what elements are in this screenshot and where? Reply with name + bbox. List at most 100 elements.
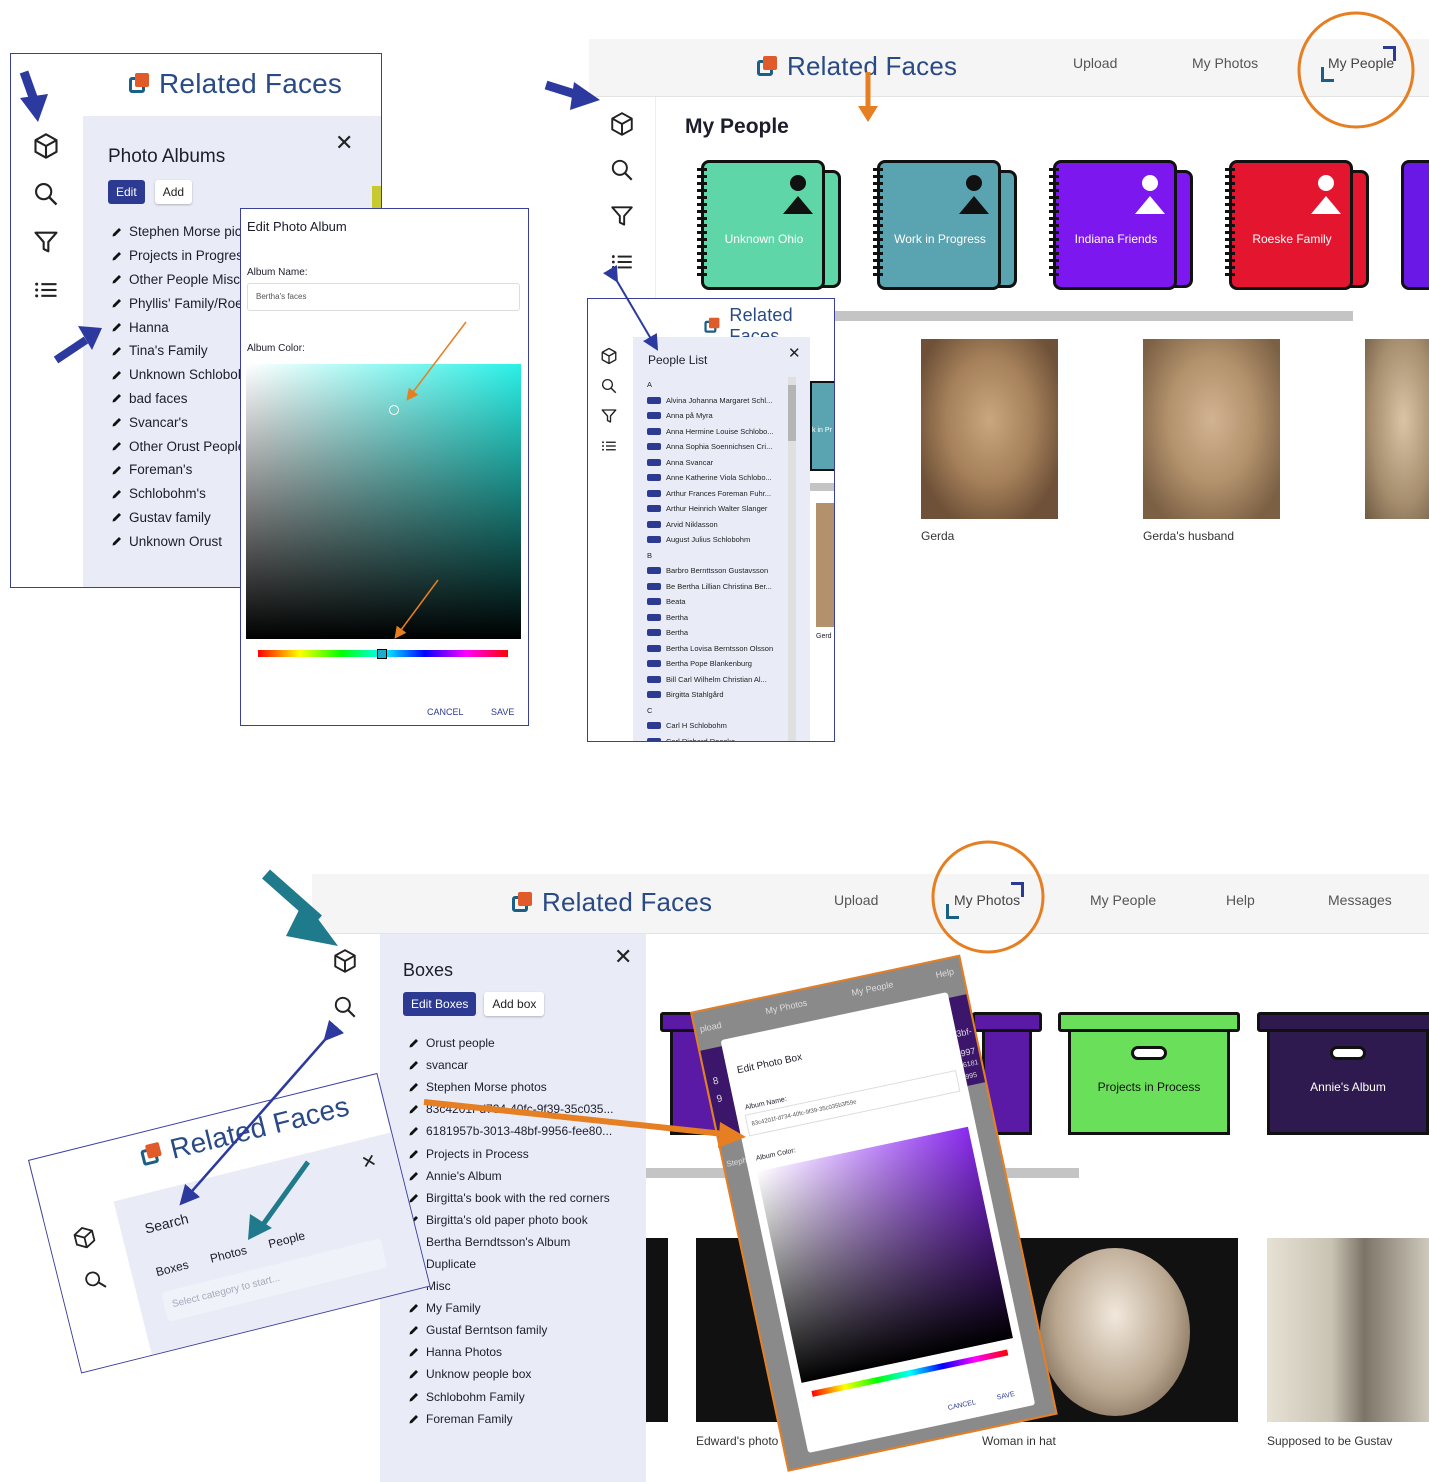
nav-upload[interactable]: Upload (1073, 55, 1117, 71)
list-item[interactable]: Projects in Process (408, 1142, 638, 1164)
filter-icon[interactable] (32, 228, 60, 256)
person-row[interactable]: Anna Sophia Soennichsen Cri... (647, 439, 787, 455)
photo-left-edge[interactable] (646, 1238, 668, 1422)
pencil-icon[interactable] (111, 226, 123, 238)
filter-icon[interactable] (609, 203, 635, 229)
cube-icon[interactable] (332, 948, 358, 974)
list-item[interactable]: 6181957b-3013-48bf-9956-fee80... (408, 1120, 638, 1142)
brand-logo[interactable]: Related Faces (512, 887, 712, 918)
photo-box[interactable]: Annie's Album (1257, 1012, 1429, 1138)
photo-box[interactable]: Projects in Process (1058, 1012, 1240, 1138)
edit-button[interactable]: Edit (108, 180, 145, 204)
pencil-icon[interactable] (408, 1148, 420, 1160)
person-row[interactable]: Arthur Frances Foreman Fuhr... (647, 486, 787, 502)
people-album-partial[interactable] (1401, 160, 1429, 290)
person-row[interactable]: Barbro Bernttsson Gustavsson (647, 563, 787, 579)
brand-logo[interactable]: Related Faces (757, 51, 957, 82)
list-item[interactable]: Birgitta's old paper photo book (408, 1209, 638, 1231)
pencil-icon[interactable] (408, 1368, 420, 1380)
cancel-button[interactable]: CANCEL (947, 1399, 976, 1412)
pencil-icon[interactable] (408, 1125, 420, 1137)
person-row[interactable]: Bill Carl Wilhelm Christian Al... (647, 672, 787, 688)
people-album[interactable]: Unknown Ohio (697, 160, 847, 292)
pencil-icon[interactable] (111, 369, 123, 381)
list-item[interactable]: My Family (408, 1297, 638, 1319)
person-row[interactable]: Bertha Pope Blankenburg (647, 656, 787, 672)
pencil-icon[interactable] (111, 345, 123, 357)
close-icon[interactable]: ✕ (614, 946, 632, 968)
pencil-icon[interactable] (408, 1037, 420, 1049)
list-icon[interactable] (609, 249, 635, 275)
person-row[interactable]: Carl H Schlobohm (647, 718, 787, 734)
nav-my-people[interactable]: My People (1090, 892, 1156, 908)
pencil-icon[interactable] (111, 416, 123, 428)
list-item[interactable]: Foreman Family (408, 1408, 638, 1430)
color-saturation-area[interactable] (246, 364, 521, 639)
nav-upload[interactable]: Upload (834, 892, 878, 908)
pencil-icon[interactable] (408, 1081, 420, 1093)
pencil-icon[interactable] (111, 273, 123, 285)
search-icon[interactable] (81, 1266, 110, 1295)
pencil-icon[interactable] (111, 297, 123, 309)
list-icon[interactable] (32, 276, 60, 304)
list-item[interactable]: Hanna Photos (408, 1341, 638, 1363)
person-row[interactable]: Be Bertha Lillian Christina Ber... (647, 579, 787, 595)
pencil-icon[interactable] (111, 392, 123, 404)
person-row[interactable]: Arvid Niklasson (647, 517, 787, 533)
add-button[interactable]: Add (154, 180, 193, 204)
list-item[interactable]: svancar (408, 1054, 638, 1076)
list-item[interactable]: Birgitta's book with the red corners (408, 1187, 638, 1209)
pencil-icon[interactable] (111, 464, 123, 476)
pencil-icon[interactable] (111, 511, 123, 523)
hue-slider-handle[interactable] (377, 649, 387, 659)
person-row[interactable]: Bertha (647, 625, 787, 641)
pencil-icon[interactable] (408, 1103, 420, 1115)
pencil-icon[interactable] (408, 1059, 420, 1071)
list-item[interactable]: 83c4201f-d734-40fc-9f39-35c035... (408, 1098, 638, 1120)
cancel-button[interactable]: CANCEL (427, 707, 464, 717)
person-row[interactable]: Beata (647, 594, 787, 610)
list-item[interactable]: Schlobohm Family (408, 1386, 638, 1408)
nav-messages[interactable]: Messages (1328, 892, 1392, 908)
list-item[interactable]: Misc (408, 1275, 638, 1297)
close-icon[interactable]: ✕ (359, 1149, 379, 1174)
person-row[interactable]: Anne Katherine Viola Schlobo... (647, 470, 787, 486)
color-picker-cursor[interactable] (389, 405, 399, 415)
pencil-icon[interactable] (408, 1346, 420, 1358)
close-icon[interactable]: ✕ (335, 132, 353, 154)
person-row[interactable]: Bertha Lovisa Berntsson Olsson (647, 641, 787, 657)
pencil-icon[interactable] (408, 1324, 420, 1336)
person-row[interactable]: Arthur Heinrich Walter Slanger (647, 501, 787, 517)
list-item[interactable]: Orust people (408, 1032, 638, 1054)
people-album[interactable]: Roeske Family (1225, 160, 1375, 292)
person-row[interactable]: August Julius Schlobohm (647, 532, 787, 548)
save-button[interactable]: SAVE (996, 1391, 1015, 1402)
person-row[interactable]: Birgitta Stahlgård (647, 687, 787, 703)
close-icon[interactable]: ✕ (788, 343, 801, 365)
people-album[interactable]: Work in Progress (873, 160, 1023, 292)
list-item[interactable]: Annie's Album (408, 1165, 638, 1187)
list-item[interactable]: Unknow people box (408, 1363, 638, 1385)
pencil-icon[interactable] (408, 1413, 420, 1425)
face-photo-gerda[interactable] (921, 339, 1058, 519)
pencil-icon[interactable] (111, 250, 123, 262)
vertical-scrollbar-thumb[interactable] (788, 385, 796, 441)
search-tab-boxes[interactable]: Boxes (154, 1258, 190, 1280)
pencil-icon[interactable] (111, 440, 123, 452)
cube-icon[interactable] (70, 1223, 99, 1252)
pencil-icon[interactable] (408, 1170, 420, 1182)
search-tab-photos[interactable]: Photos (209, 1243, 249, 1266)
search-icon[interactable] (600, 377, 618, 395)
cube-icon[interactable] (609, 111, 635, 137)
face-photo-partial[interactable] (1365, 339, 1429, 519)
add-box-button[interactable]: Add box (484, 992, 545, 1016)
search-icon[interactable] (609, 157, 635, 183)
brand-logo[interactable]: Related Faces (129, 68, 342, 100)
pencil-icon[interactable] (111, 535, 123, 547)
person-row[interactable]: Anna Svancar (647, 455, 787, 471)
person-row[interactable]: Alvina Johanna Margaret Schl... (647, 393, 787, 409)
edit-boxes-button[interactable]: Edit Boxes (403, 992, 477, 1016)
list-item[interactable]: Stephen Morse photos (408, 1076, 638, 1098)
pencil-icon[interactable] (111, 321, 123, 333)
pencil-icon[interactable] (408, 1302, 420, 1314)
